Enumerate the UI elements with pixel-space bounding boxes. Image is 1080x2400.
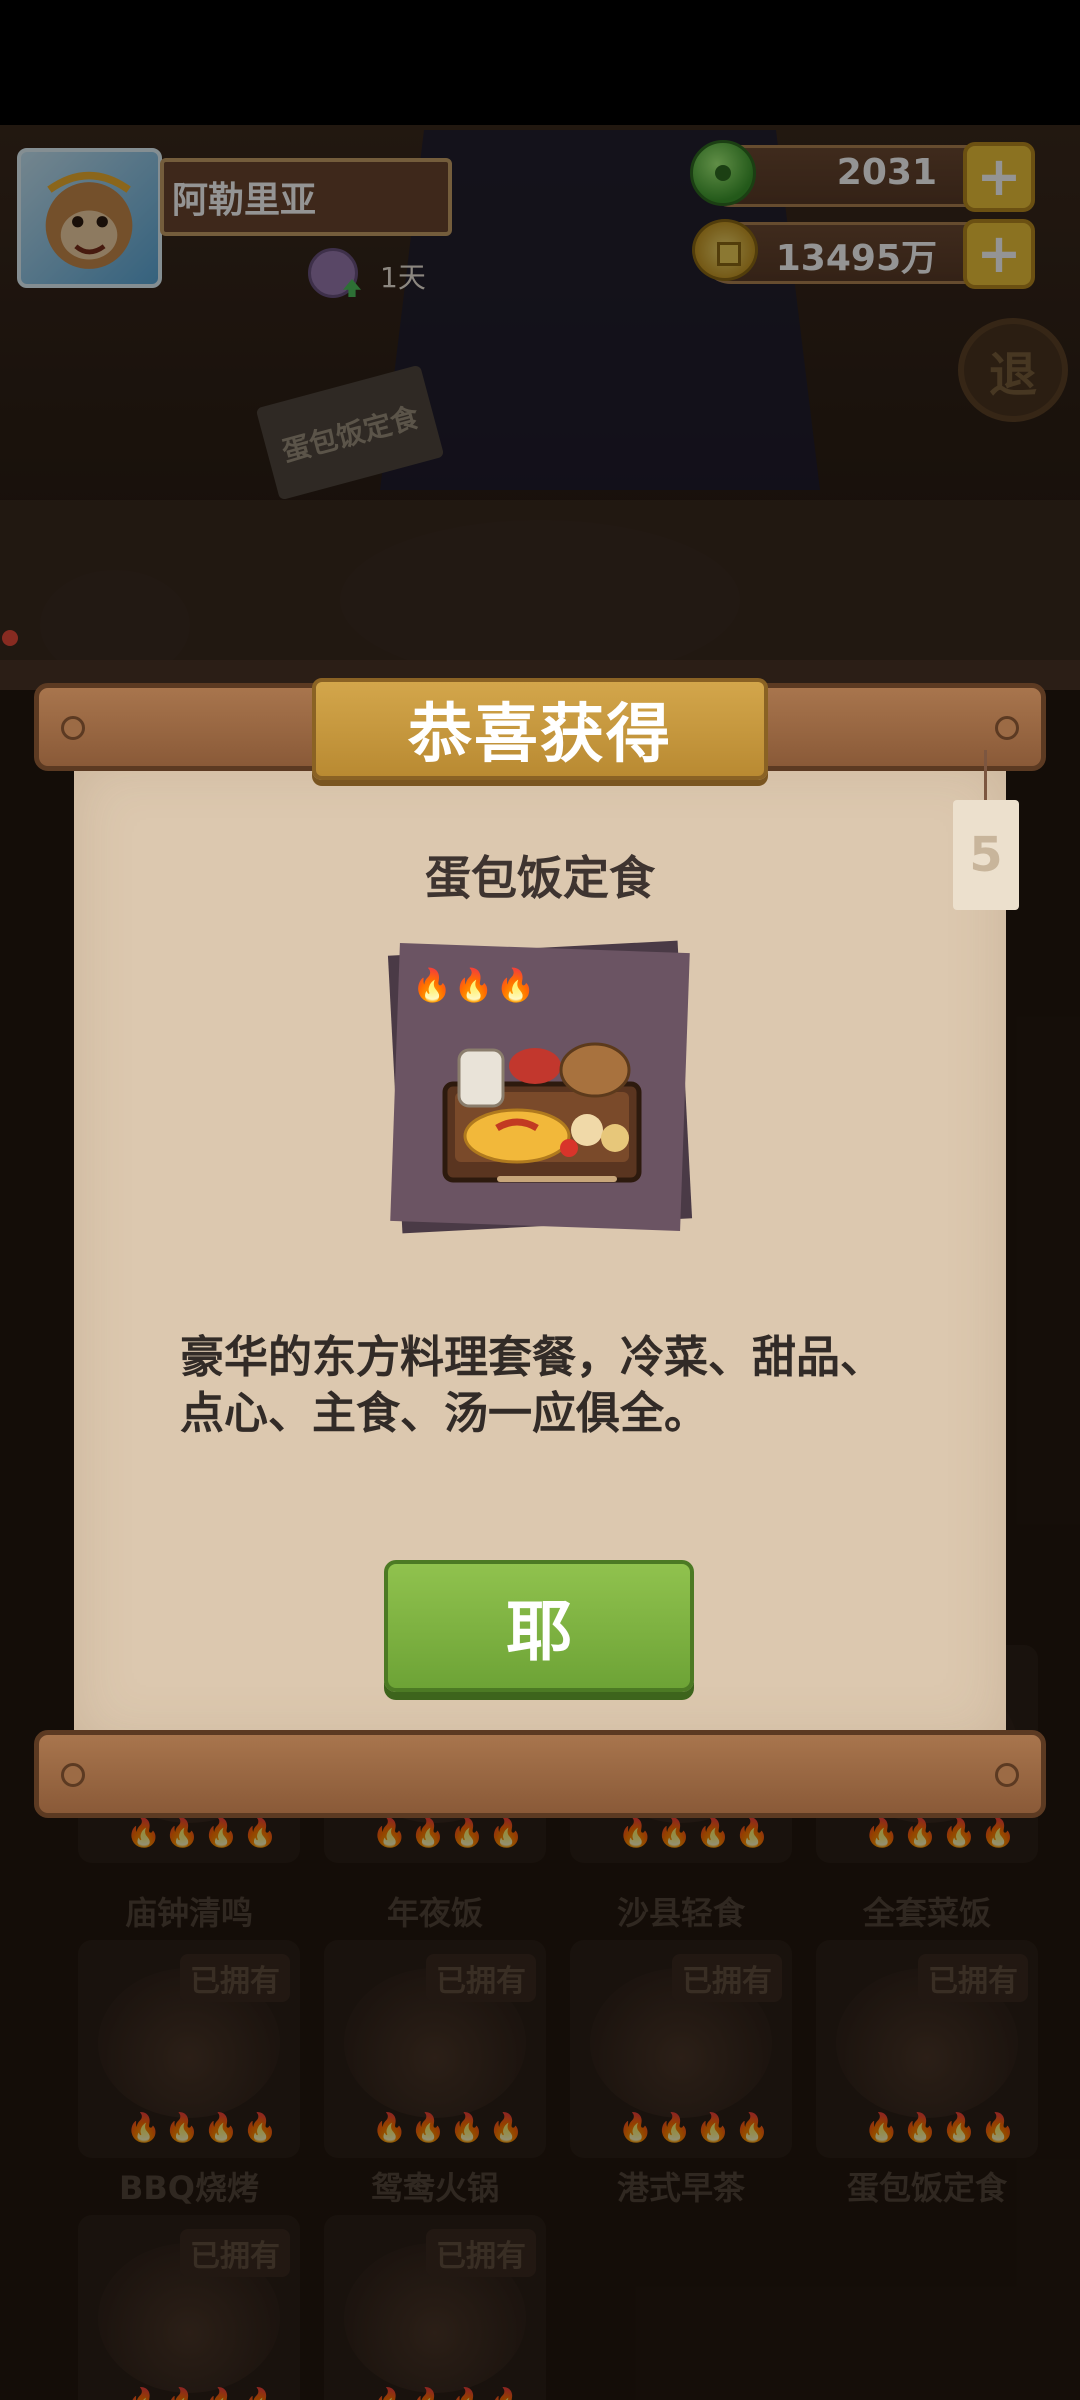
game-screen: 退 蛋包饭定食 🔥🔥🔥🔥 庙钟清鸣 🔥🔥🔥🔥 年夜饭 🔥🔥🔥🔥 沙县轻食 🔥🔥🔥🔥 全套菜饭 🔥… [0,0,1080,2400]
flame-rating-icon: 🔥🔥🔥 [412,966,538,1004]
reward-item-name: 蛋包饭定食 [425,851,655,905]
reward-description: 豪华的东方料理套餐，冷菜、甜品、点心、主食、汤一应俱全。 [180,1332,884,1439]
reward-title: 恭喜获得 [312,678,768,780]
confirm-button[interactable]: 耶 [384,1560,694,1692]
status-bar-area [0,0,1080,125]
tag-string [984,750,987,805]
omurice-set-meal-icon [442,1042,642,1183]
scroll-bottom-rod [34,1730,1046,1818]
